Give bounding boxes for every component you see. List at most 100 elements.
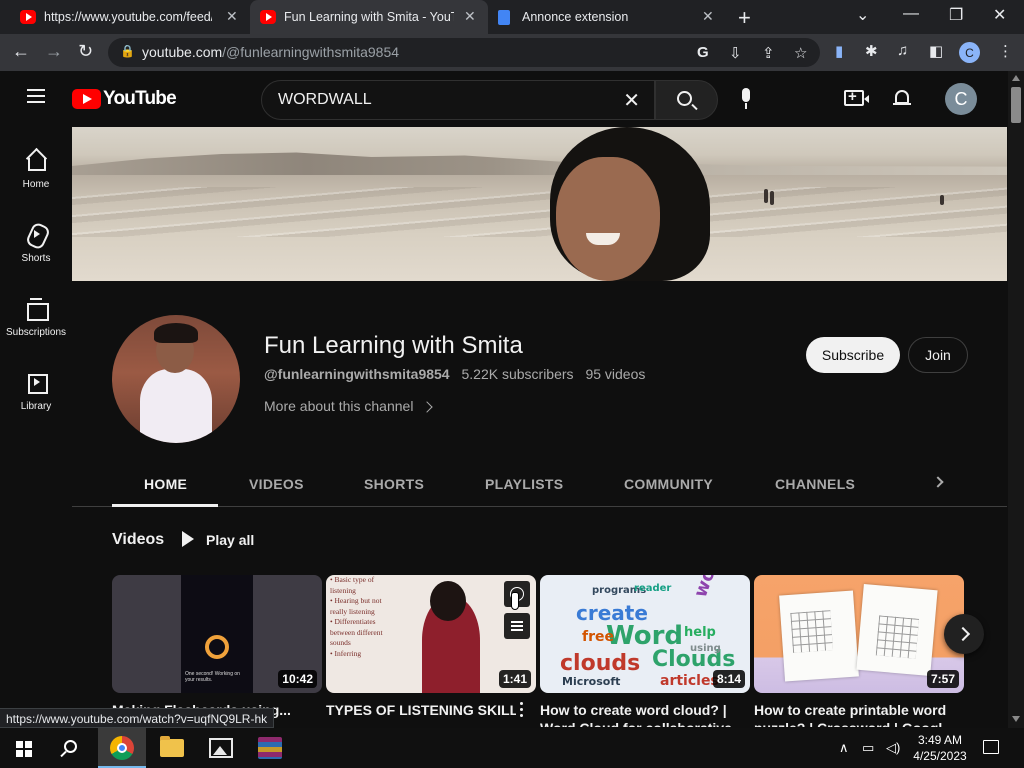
- sidebar-item-subscriptions[interactable]: Subscriptions: [0, 297, 72, 338]
- browser-tab-channel[interactable]: Fun Learning with Smita - YouTub ✕: [250, 0, 488, 34]
- search-button[interactable]: [655, 80, 718, 120]
- sidebar-item-home[interactable]: Home: [0, 149, 72, 190]
- chevron-right-icon: [421, 401, 434, 413]
- video-title[interactable]: How to create printable word: [754, 702, 954, 718]
- tab-channels[interactable]: CHANNELS: [775, 476, 855, 492]
- channel-handle: @funlearningwithsmita9854: [264, 366, 450, 382]
- tab-videos[interactable]: VIDEOS: [249, 476, 304, 492]
- more-about-channel-link[interactable]: More about this channel: [264, 398, 434, 414]
- thumbnail-text: • Basic type of listening • Hearing but …: [330, 575, 383, 658]
- forward-icon[interactable]: →: [45, 41, 63, 62]
- taskbar-search-icon[interactable]: [64, 740, 77, 753]
- notifications-icon[interactable]: [893, 88, 911, 108]
- lock-icon[interactable]: 🔒: [120, 44, 135, 58]
- home-icon: [25, 149, 47, 171]
- tab-shorts[interactable]: SHORTS: [364, 476, 424, 492]
- volume-icon[interactable]: ◁): [886, 740, 900, 756]
- browser-tab-feed[interactable]: https://www.youtube.com/feed/li ✕: [0, 0, 250, 34]
- join-button[interactable]: Join: [908, 337, 968, 373]
- sidebar-item-library[interactable]: Library: [0, 371, 72, 412]
- play-all-button[interactable]: Play all: [182, 531, 254, 548]
- channel-banner: [72, 127, 1007, 281]
- google-icon[interactable]: G: [697, 44, 709, 61]
- account-avatar[interactable]: C: [945, 83, 977, 115]
- clock-time: 3:49 AM: [917, 733, 963, 747]
- browser-profile-avatar[interactable]: C: [959, 42, 980, 63]
- page-scrollbar[interactable]: [1008, 71, 1024, 728]
- carousel-next-button[interactable]: [944, 614, 984, 654]
- close-icon[interactable]: ✕: [464, 8, 476, 25]
- add-to-queue-icon[interactable]: [504, 613, 530, 639]
- logo-text: YouTube: [103, 88, 177, 109]
- video-thumbnail[interactable]: • Basic type of listening • Hearing but …: [326, 575, 536, 693]
- browser-menu-icon[interactable]: ⋮: [998, 42, 1013, 60]
- tab-title: Annonce extension: [522, 10, 629, 24]
- docs-extension-icon[interactable]: ▮: [835, 42, 843, 60]
- extensions-puzzle-icon[interactable]: ✱: [865, 42, 878, 60]
- taskbar-clock[interactable]: 3:49 AM 4/25/2023: [912, 732, 968, 764]
- media-control-icon[interactable]: ♫: [897, 42, 908, 59]
- voice-search-button[interactable]: [731, 84, 761, 114]
- search-input[interactable]: WORDWALL: [278, 91, 372, 109]
- notification-center-icon[interactable]: [983, 740, 999, 754]
- scroll-down-icon[interactable]: [1012, 716, 1020, 722]
- guide-sidebar: Home Shorts Subscriptions Library: [0, 127, 72, 707]
- taskbar-app-explorer[interactable]: [148, 728, 196, 768]
- channel-avatar[interactable]: [112, 315, 240, 443]
- install-icon[interactable]: ⇩: [729, 44, 742, 62]
- subscriptions-icon: [25, 297, 49, 321]
- folder-icon: [160, 736, 184, 757]
- side-panel-icon[interactable]: ◧: [929, 42, 943, 60]
- video-count: 95 videos: [585, 366, 646, 382]
- create-video-icon[interactable]: [844, 88, 869, 106]
- address-path: /@funlearningwithsmita9854: [222, 44, 400, 60]
- close-icon[interactable]: ✕: [702, 8, 714, 25]
- video-thumbnail[interactable]: 7:57: [754, 575, 964, 693]
- tab-playlists[interactable]: PLAYLISTS: [485, 476, 563, 492]
- browser-tab-annonce[interactable]: Annonce extension ✕: [488, 0, 724, 34]
- address-bar[interactable]: 🔒 youtube.com/@funlearningwithsmita9854 …: [108, 38, 820, 67]
- reload-icon[interactable]: ↻: [78, 41, 93, 62]
- tab-search-icon[interactable]: ⌄: [856, 5, 869, 25]
- taskbar-app-photos[interactable]: [197, 728, 245, 768]
- clear-search-icon[interactable]: ✕: [623, 88, 640, 113]
- menu-icon[interactable]: [27, 89, 45, 103]
- mic-icon: [742, 88, 750, 102]
- share-icon[interactable]: ⇪: [762, 44, 775, 62]
- close-icon[interactable]: ✕: [226, 8, 238, 25]
- scrollbar-thumb[interactable]: [1011, 87, 1021, 123]
- channel-tabs: HOME VIDEOS SHORTS PLAYLISTS COMMUNITY C…: [72, 458, 1007, 507]
- banner-person: [770, 191, 774, 205]
- tab-community[interactable]: COMMUNITY: [624, 476, 713, 492]
- back-icon[interactable]: ←: [12, 41, 30, 62]
- scroll-up-icon[interactable]: [1012, 75, 1020, 81]
- clock-date: 4/25/2023: [913, 749, 967, 763]
- tab-home[interactable]: HOME: [144, 476, 187, 492]
- new-tab-icon[interactable]: +: [738, 5, 751, 31]
- windows-start-icon[interactable]: [16, 741, 32, 757]
- tabs-scroll-right-icon[interactable]: [932, 476, 944, 488]
- network-icon[interactable]: ▭: [862, 740, 874, 756]
- video-title[interactable]: How to create word cloud? |: [540, 702, 740, 718]
- subscribe-button[interactable]: Subscribe: [806, 337, 900, 373]
- sidebar-item-shorts[interactable]: Shorts: [0, 223, 72, 264]
- bookmark-star-icon[interactable]: ☆: [794, 44, 807, 62]
- video-duration: 1:41: [498, 670, 531, 688]
- video-title-line2[interactable]: Word Cloud for collaborative: [540, 720, 740, 727]
- youtube-logo[interactable]: YouTube: [72, 88, 177, 110]
- video-options-icon[interactable]: [520, 702, 524, 718]
- search-box[interactable]: WORDWALL ✕: [261, 80, 655, 120]
- taskbar-app-chrome[interactable]: [98, 728, 146, 768]
- window-close-icon[interactable]: ✕: [993, 5, 1006, 25]
- video-title[interactable]: TYPES OF LISTENING SKILLS: [326, 702, 516, 718]
- section-title[interactable]: Videos: [112, 531, 164, 549]
- minimize-icon[interactable]: —: [903, 5, 919, 23]
- tray-overflow-icon[interactable]: ∧: [839, 740, 849, 756]
- video-thumbnail[interactable]: One second! Working on your results. 10:…: [112, 575, 322, 693]
- taskbar-app-winrar[interactable]: [246, 728, 294, 768]
- video-title-line2[interactable]: puzzle? | Crossword | Googl: [754, 720, 954, 727]
- video-thumbnail[interactable]: create Word clouds Clouds word free arti…: [540, 575, 750, 693]
- restore-icon[interactable]: ❐: [949, 5, 963, 25]
- mouse-cursor: [509, 592, 521, 610]
- channel-name: Fun Learning with Smita: [264, 332, 523, 359]
